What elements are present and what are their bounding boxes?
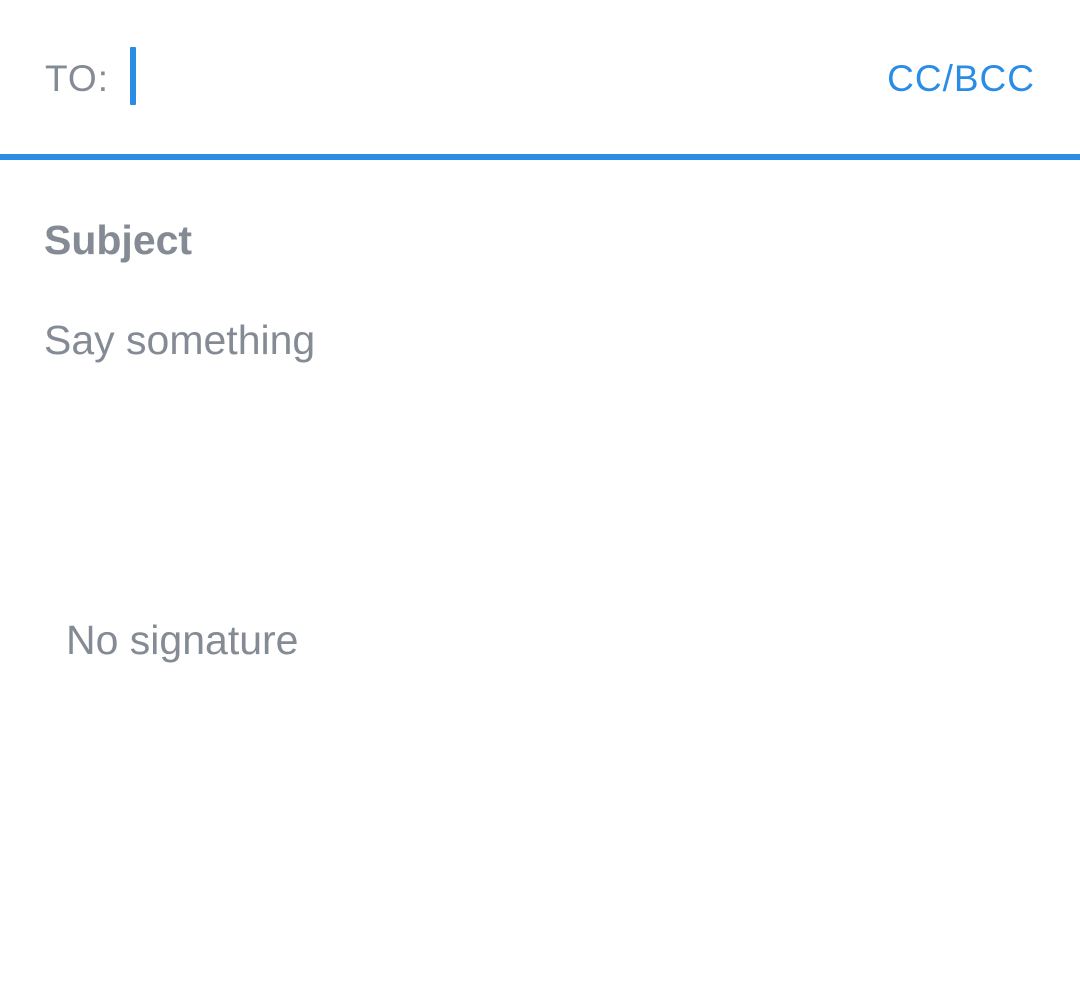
signature-selector[interactable]: No signature [66,614,298,666]
message-body-input[interactable]: Say something [44,314,1034,554]
to-label: TO: [45,58,109,99]
to-row: TO: CC/BCC [0,0,1080,154]
to-field-focus-underline [0,154,1080,160]
cc-bcc-button[interactable]: CC/BCC [887,57,1035,101]
to-input[interactable] [122,44,822,108]
text-cursor [130,47,136,105]
subject-input[interactable]: Subject [44,214,1034,266]
